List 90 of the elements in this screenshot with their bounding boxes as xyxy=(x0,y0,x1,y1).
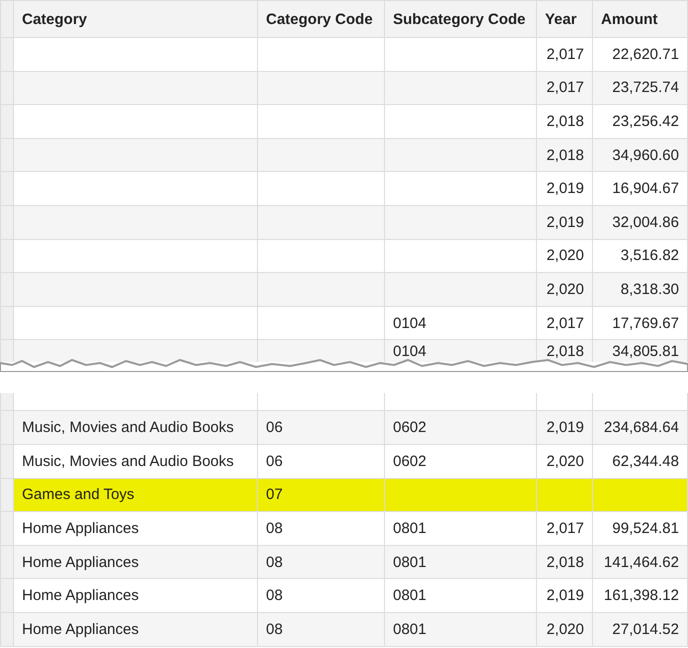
table-cell: 62,344.48 xyxy=(612,452,679,470)
table-cell: 2,017 xyxy=(546,520,584,537)
table-cell: 06 xyxy=(266,452,283,470)
table-cell: 34,960.60 xyxy=(612,146,679,164)
table-row[interactable]: Home Appliances 08 0801 2,017 99,524.81 xyxy=(0,512,688,546)
table-cell: 34,805.81 xyxy=(612,342,679,360)
table-cell: Home Appliances xyxy=(22,554,139,571)
table-cell: 3,516.82 xyxy=(620,247,679,264)
table-cell: 2,017 xyxy=(546,314,584,332)
table-cell: 2,019 xyxy=(546,419,584,436)
row-header[interactable] xyxy=(0,512,14,545)
table-cell: 99,524.81 xyxy=(612,520,679,537)
table-cell: 0801 xyxy=(393,554,426,571)
table-cell: Home Appliances xyxy=(22,620,139,638)
table-row[interactable]: 0104 2,017 17,769.67 xyxy=(0,306,688,340)
table-cell: 2,020 xyxy=(546,452,584,470)
table-row[interactable]: 2,018 23,256.42 xyxy=(0,105,688,139)
table-cell: 27,014.52 xyxy=(612,620,679,638)
table-cell: 0104 xyxy=(393,342,426,360)
table-cell: Home Appliances xyxy=(22,587,139,604)
row-header[interactable] xyxy=(0,273,14,306)
table-row[interactable]: Home Appliances 08 0801 2,020 27,014.52 xyxy=(0,612,688,646)
table-row[interactable]: Home Appliances 08 0801 2,019 161,398.12 xyxy=(0,579,688,613)
table-row[interactable] xyxy=(0,393,688,412)
table-cell: 2,019 xyxy=(546,587,584,604)
row-header[interactable] xyxy=(0,340,14,362)
table-cell: 17,769.67 xyxy=(612,314,679,332)
table-cell: 0602 xyxy=(393,419,426,436)
table-row[interactable]: 2,019 16,904.67 xyxy=(0,172,688,206)
table-cell: 2,020 xyxy=(546,280,584,298)
row-header[interactable] xyxy=(0,172,14,205)
table-cell: 23,256.42 xyxy=(612,112,679,130)
table-cell: 16,904.67 xyxy=(612,180,679,198)
row-header[interactable] xyxy=(0,206,14,239)
table-cell: 07 xyxy=(266,486,283,504)
table-cell: 2,018 xyxy=(546,112,584,130)
table-row[interactable]: 2,020 8,318.30 xyxy=(0,273,688,307)
table-cell: Home Appliances xyxy=(22,520,139,537)
table-cell: 08 xyxy=(266,587,283,604)
row-header[interactable] xyxy=(0,444,14,478)
row-header[interactable] xyxy=(0,411,14,444)
table-row[interactable]: 0104 2,018 34,805.81 xyxy=(0,340,688,362)
table-cell: 2,018 xyxy=(546,554,584,571)
table-cell: 2,020 xyxy=(546,620,584,638)
table-cell: 0801 xyxy=(393,520,426,537)
row-header[interactable] xyxy=(0,105,14,138)
row-header[interactable] xyxy=(0,306,14,340)
table-cell: 23,725.74 xyxy=(612,79,679,96)
table-cell: 2,019 xyxy=(546,214,584,231)
table-row[interactable]: Games and Toys 07 xyxy=(0,478,688,512)
table-row[interactable]: 2,017 23,725.74 xyxy=(0,72,688,106)
row-header[interactable] xyxy=(0,393,14,410)
table-row[interactable]: 2,017 22,620.71 xyxy=(0,38,688,72)
row-header[interactable] xyxy=(0,138,14,172)
table-cell: 234,684.64 xyxy=(604,419,679,436)
table-row[interactable]: 2,019 32,004.86 xyxy=(0,206,688,240)
table-cell: 2,018 xyxy=(546,342,584,360)
row-header[interactable] xyxy=(0,478,14,512)
table-cell: 22,620.71 xyxy=(612,46,679,63)
table-cell: 0801 xyxy=(393,587,426,604)
table-cell: 2,018 xyxy=(546,146,584,164)
table-cell: 08 xyxy=(266,520,283,537)
table-cell: 161,398.12 xyxy=(604,587,679,604)
table-cell: 0602 xyxy=(393,452,426,470)
table-cell: 06 xyxy=(266,419,283,436)
table-cell: 08 xyxy=(266,620,283,638)
table-cell: 2,017 xyxy=(546,46,584,63)
row-header[interactable] xyxy=(0,612,14,646)
row-header[interactable] xyxy=(0,546,14,578)
table-cell: 0801 xyxy=(393,620,426,638)
table-cell: Music, Movies and Audio Books xyxy=(22,452,234,470)
table-row[interactable]: Music, Movies and Audio Books 06 0602 2,019 234,684.64 xyxy=(0,411,688,445)
row-header[interactable] xyxy=(0,240,14,272)
table-row[interactable]: 2,020 3,516.82 xyxy=(0,240,688,274)
table-cell: 141,464.62 xyxy=(604,554,679,571)
table-cell: Music, Movies and Audio Books xyxy=(22,419,234,436)
row-header[interactable] xyxy=(0,72,14,104)
table-cell: 2,019 xyxy=(546,180,584,198)
row-header[interactable] xyxy=(0,38,14,71)
table-cell: 2,017 xyxy=(546,79,584,96)
table-cell: Games and Toys xyxy=(22,486,134,504)
table-row[interactable]: Music, Movies and Audio Books 06 0602 2,020 62,344.48 xyxy=(0,444,688,479)
table-row[interactable]: 2,018 34,960.60 xyxy=(0,138,688,172)
table-cell: 2,020 xyxy=(546,247,584,264)
table-cell: 8,318.30 xyxy=(620,280,679,298)
row-header[interactable] xyxy=(0,579,14,612)
table-cell: 0104 xyxy=(393,314,426,332)
table-cell: 32,004.86 xyxy=(612,214,679,231)
table-cell: 08 xyxy=(266,554,283,571)
table-row[interactable]: Home Appliances 08 0801 2,018 141,464.62 xyxy=(0,546,688,580)
